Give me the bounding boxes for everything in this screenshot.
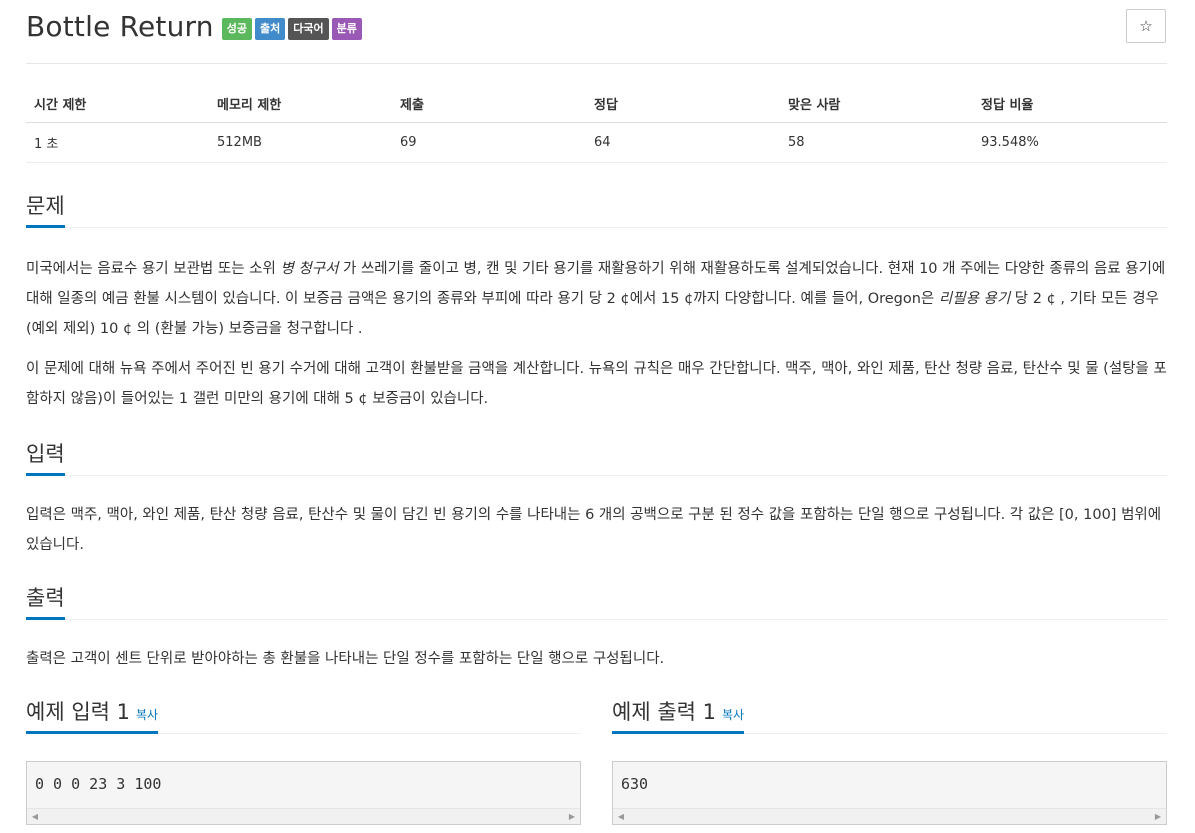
- title-row: Bottle Return 성공 출처 다국어 분류: [26, 10, 365, 43]
- value-submissions: 69: [392, 122, 586, 163]
- info-header-row: 시간 제한 메모리 제한 제출 정답 맞은 사람 정답 비율: [26, 85, 1167, 123]
- samples-row: 예제 입력 1 복사 0 0 0 23 3 100 ◀ ▶ 예제 출력 1 복사 6…: [26, 696, 1167, 825]
- label-success[interactable]: 성공: [221, 17, 252, 40]
- output-section-title: 출력: [26, 582, 65, 620]
- copy-output-button[interactable]: 복사: [722, 708, 744, 722]
- header-accepted: 정답: [586, 85, 780, 123]
- problem-page: Bottle Return 성공 출처 다국어 분류 ☆ 시간 제한 메모리 제…: [0, 0, 1195, 833]
- scroll-left-icon[interactable]: ◀: [613, 809, 629, 824]
- sample-input-title: 예제 입력 1 복사: [26, 696, 159, 734]
- problem-header: Bottle Return 성공 출처 다국어 분류 ☆: [26, 0, 1167, 64]
- input-section-title: 입력: [26, 438, 65, 476]
- label-multilingual[interactable]: 다국어: [288, 17, 329, 40]
- sample-input: 예제 입력 1 복사 0 0 0 23 3 100 ◀ ▶: [26, 696, 581, 825]
- problem-title: Bottle Return: [26, 10, 214, 43]
- problem-emphasis-1: 병 청구서: [280, 261, 339, 277]
- output-description: 출력은 고객이 센트 단위로 받아야하는 총 환불을 나타내는 단일 정수를 포…: [26, 651, 665, 667]
- problem-description-2: 이 문제에 대해 뉴욕 주에서 주어진 빈 용기 수거에 대해 고객이 환불받을…: [26, 361, 1167, 407]
- horizontal-scrollbar[interactable]: ◀ ▶: [27, 808, 580, 824]
- horizontal-scrollbar[interactable]: ◀ ▶: [613, 808, 1166, 824]
- copy-input-button[interactable]: 복사: [136, 708, 158, 722]
- sample-output-value: 630: [621, 775, 649, 793]
- sample-output-title: 예제 출력 1 복사: [612, 696, 745, 734]
- problem-emphasis-2: 리필용 용기: [938, 291, 1011, 307]
- sample-output: 예제 출력 1 복사 630 ◀ ▶: [612, 696, 1167, 825]
- input-section-head: 입력: [26, 438, 1167, 476]
- problem-labels: 성공 출처 다국어 분류: [221, 17, 365, 40]
- sample-input-head: 예제 입력 1 복사: [26, 696, 581, 734]
- label-category[interactable]: 분류: [331, 17, 362, 40]
- star-icon: ☆: [1139, 17, 1153, 35]
- problem-section: 문제 미국에서는 음료수 용기 보관법 또는 소위 병 청구서 가 쓰레기를 줄…: [26, 190, 1167, 414]
- header-solved-users: 맞은 사람: [780, 85, 973, 123]
- sample-output-box[interactable]: 630 ◀ ▶: [612, 761, 1167, 825]
- label-source[interactable]: 출처: [254, 17, 286, 40]
- problem-info-table: 시간 제한 메모리 제한 제출 정답 맞은 사람 정답 비율 1 초 512MB…: [26, 85, 1167, 163]
- info-value-row: 1 초 512MB 69 64 58 93.548%: [26, 122, 1167, 163]
- scroll-right-icon[interactable]: ▶: [564, 809, 580, 824]
- problem-description-1: 미국에서는 음료수 용기 보관법 또는 소위 병 청구서 가 쓰레기를 줄이고 …: [26, 254, 1167, 344]
- sample-input-title-text: 예제 입력 1: [26, 700, 130, 724]
- problem-section-head: 문제: [26, 190, 1167, 228]
- favorite-button[interactable]: ☆: [1126, 9, 1166, 43]
- sample-output-head: 예제 출력 1 복사: [612, 696, 1167, 734]
- header-time-limit: 시간 제한: [26, 85, 209, 123]
- header-submissions: 제출: [392, 85, 586, 123]
- sample-output-title-text: 예제 출력 1: [612, 700, 716, 724]
- sample-input-value: 0 0 0 23 3 100: [35, 775, 162, 793]
- problem-text-1a: 미국에서는 음료수 용기 보관법 또는 소위: [26, 261, 281, 277]
- scroll-right-icon[interactable]: ▶: [1150, 809, 1166, 824]
- value-time-limit: 1 초: [26, 122, 209, 163]
- value-accepted: 64: [586, 122, 780, 163]
- input-description: 입력은 맥주, 맥아, 와인 제품, 탄산 청량 음료, 탄산수 및 물이 담긴…: [26, 507, 1162, 553]
- output-section: 출력 출력은 고객이 센트 단위로 받아야하는 총 환불을 나타내는 단일 정수…: [26, 582, 1167, 674]
- sample-input-box[interactable]: 0 0 0 23 3 100 ◀ ▶: [26, 761, 581, 825]
- value-accept-ratio: 93.548%: [973, 122, 1167, 163]
- value-memory-limit: 512MB: [209, 122, 392, 163]
- scroll-left-icon[interactable]: ◀: [27, 809, 43, 824]
- output-section-head: 출력: [26, 582, 1167, 620]
- input-section: 입력 입력은 맥주, 맥아, 와인 제품, 탄산 청량 음료, 탄산수 및 물이…: [26, 438, 1167, 560]
- value-solved-users: 58: [780, 122, 973, 163]
- header-memory-limit: 메모리 제한: [209, 85, 392, 123]
- problem-section-title: 문제: [26, 190, 65, 228]
- header-accept-ratio: 정답 비율: [973, 85, 1167, 123]
